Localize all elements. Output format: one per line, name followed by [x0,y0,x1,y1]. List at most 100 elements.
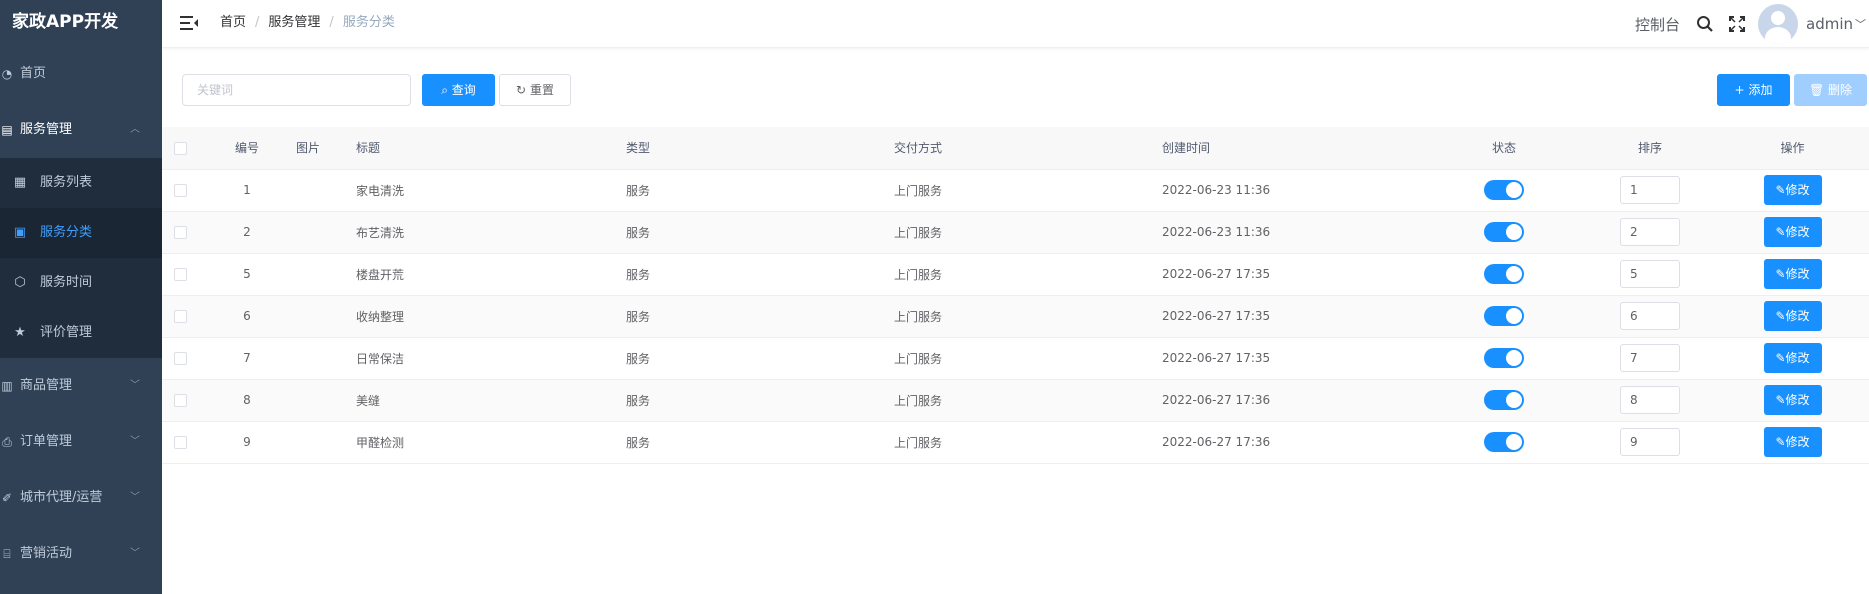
cell-type: 服务 [626,379,894,422]
sidebar-item-service-time[interactable]: ⬡ 服务时间 [0,258,162,308]
cell-id: 1 [198,169,296,212]
brand-title: 家政APP开发 [12,12,119,32]
username[interactable]: admin [1806,15,1853,33]
cell-type: 服务 [626,421,894,464]
select-all-checkbox[interactable] [162,127,198,170]
breadcrumb-service-management[interactable]: 服务管理 [268,15,320,30]
cell-status [1424,169,1584,212]
keyword-input[interactable] [182,74,411,106]
column-header: 图片 [296,127,356,170]
status-switch[interactable] [1484,348,1524,368]
row-checkbox[interactable] [162,337,198,380]
sort-input[interactable] [1620,428,1680,456]
column-header: 编号 [198,127,296,170]
cell-created: 2022-06-27 17:35 [1162,253,1424,296]
row-checkbox[interactable] [162,421,198,464]
chevron-down-icon[interactable]: ﹀ [1855,16,1866,32]
status-switch[interactable] [1484,180,1524,200]
cell-id: 5 [198,253,296,296]
column-header: 标题 [356,127,626,170]
sort-input[interactable] [1620,344,1680,372]
cell-actions: ✎修改 [1716,421,1869,464]
order-icon: ⎙ [2,435,12,449]
add-button[interactable]: + 添加 [1717,74,1790,106]
sort-input[interactable] [1620,260,1680,288]
table-row: 1 家电清洗 服务 上门服务 2022-06-23 11:36 ✎修改 [162,169,1869,212]
reset-button[interactable]: ↻ 重置 [499,74,571,106]
cell-id: 9 [198,421,296,464]
sidebar-item-reviews[interactable]: ★ 评价管理 [0,308,162,358]
edit-button[interactable]: ✎修改 [1763,259,1822,289]
status-switch[interactable] [1484,264,1524,284]
table-row: 5 楼盘开荒 服务 上门服务 2022-06-27 17:35 ✎修改 [162,253,1869,296]
sidebar-item-marketing[interactable]: ⌸ 营销活动 ﹀ [0,526,162,582]
column-header: 创建时间 [1162,127,1424,170]
status-switch[interactable] [1484,306,1524,326]
cell-delivery: 上门服务 [894,337,1162,380]
row-checkbox[interactable] [162,169,198,212]
edit-button[interactable]: ✎修改 [1763,427,1822,457]
star-icon: ★ [14,325,26,340]
row-checkbox[interactable] [162,295,198,338]
edit-button[interactable]: ✎修改 [1763,343,1822,373]
breadcrumb-current: 服务分类 [342,15,395,30]
cell-sort [1584,379,1716,422]
cell-delivery: 上门服务 [894,421,1162,464]
breadcrumb-home[interactable]: 首页 [220,15,246,30]
sidebar-item-home[interactable]: ◔ 首页 [0,46,162,102]
cell-image [296,379,356,422]
edit-button[interactable]: ✎修改 [1763,301,1822,331]
cell-status [1424,211,1584,254]
sort-input[interactable] [1620,176,1680,204]
hamburger-icon[interactable] [179,13,199,33]
clock-tag-icon: ⬡ [14,275,26,290]
sidebar-item-goods[interactable]: ▥ 商品管理 ﹀ [0,358,162,414]
edit-button[interactable]: ✎修改 [1763,385,1822,415]
status-switch[interactable] [1484,432,1524,452]
sidebar: 家政APP开发 ◔ 首页 ▤ 服务管理 ︿ ▦ 服务列表 ▣ 服务分类 ⬡ 服务… [0,0,162,594]
delete-button: 🗑 删除 [1794,74,1867,106]
edit-icon: ✎ [1775,435,1786,449]
edit-button[interactable]: ✎修改 [1763,175,1822,205]
main-content: 首页/服务管理/服务分类 控制台 admin ﹀ ⌕ 查询 ↻ 重置 + 添加 … [162,0,1869,594]
sort-input[interactable] [1620,386,1680,414]
sidebar-item-label: 服务时间 [40,275,93,290]
cell-title: 家电清洗 [356,169,626,212]
sidebar-item-city-agent[interactable]: ✐ 城市代理/运营 ﹀ [0,470,162,526]
breadcrumb-separator: / [329,15,334,30]
row-checkbox[interactable] [162,253,198,296]
cell-image [296,211,356,254]
sidebar-item-service-category[interactable]: ▣ 服务分类 [0,208,162,258]
edit-icon: ✎ [1775,309,1786,323]
cell-id: 8 [198,379,296,422]
fullscreen-icon[interactable] [1726,13,1748,35]
console-link[interactable]: 控制台 [1635,14,1680,35]
sort-input[interactable] [1620,218,1680,246]
avatar[interactable] [1758,4,1798,44]
cell-id: 6 [198,295,296,338]
cell-type: 服务 [626,169,894,212]
edit-button[interactable]: ✎修改 [1763,217,1822,247]
cell-id: 2 [198,211,296,254]
cell-actions: ✎修改 [1716,211,1869,254]
category-icon: ▣ [13,225,27,240]
sidebar-item-service-management[interactable]: ▤ 服务管理 ︿ [0,102,162,158]
search-button[interactable]: ⌕ 查询 [422,74,495,106]
sidebar-item-label: 商品管理 [20,378,73,393]
chevron-down-icon: ﹀ [130,492,140,503]
row-checkbox[interactable] [162,211,198,254]
cell-sort [1584,253,1716,296]
sidebar-item-orders[interactable]: ⎙ 订单管理 ﹀ [0,414,162,470]
sidebar-item-service-list[interactable]: ▦ 服务列表 [0,158,162,208]
status-switch[interactable] [1484,222,1524,242]
cell-actions: ✎修改 [1716,337,1869,380]
cell-sort [1584,421,1716,464]
row-checkbox[interactable] [162,379,198,422]
edit-icon: ✎ [1775,267,1786,281]
delete-button-label: 删除 [1828,83,1853,97]
sort-input[interactable] [1620,302,1680,330]
sidebar-item-label: 城市代理/运营 [20,490,103,505]
status-switch[interactable] [1484,390,1524,410]
sidebar-item-label: 营销活动 [20,546,73,561]
search-icon[interactable] [1694,13,1716,35]
